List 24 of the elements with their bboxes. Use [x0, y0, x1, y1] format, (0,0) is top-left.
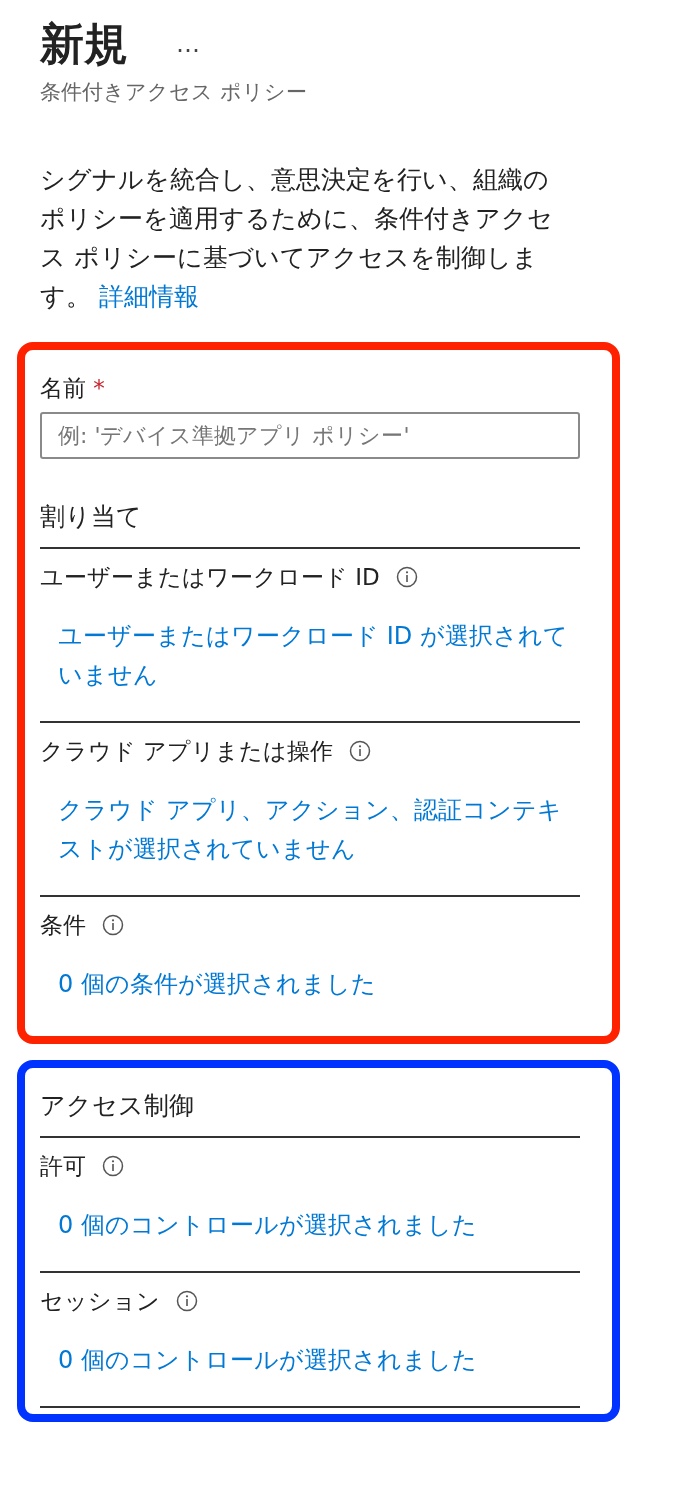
more-button[interactable]: …: [176, 30, 200, 58]
section-heading: 割り当て: [40, 489, 580, 549]
info-icon[interactable]: [102, 1155, 124, 1177]
info-icon[interactable]: [102, 914, 124, 936]
field-label: 名前 *: [40, 374, 105, 403]
setting-link[interactable]: 0 個のコントロールが選択されました: [40, 1186, 568, 1271]
setting-label: 条件: [40, 911, 86, 940]
info-icon[interactable]: [395, 566, 418, 588]
setting-link[interactable]: 0 個のコントロールが選択されました: [40, 1321, 568, 1406]
setting-label: ユーザーまたはワークロード ID: [40, 563, 380, 592]
info-icon[interactable]: [349, 740, 372, 762]
info-icon[interactable]: [176, 1290, 198, 1312]
page-subtitle: 条件付きアクセス ポリシー: [40, 79, 308, 106]
name-field[interactable]: 例: 'デバイス準拠アプリ ポリシー': [40, 412, 580, 459]
setting-label: クラウド アプリまたは操作: [40, 737, 334, 766]
setting-link[interactable]: 0 個の条件が選択されました: [40, 945, 568, 1030]
learn-more-link[interactable]: 詳細情報: [98, 282, 199, 311]
page-title: 新規: [40, 17, 128, 71]
setting-label: セッション: [40, 1287, 160, 1316]
setting-link[interactable]: ユーザーまたはワークロード ID が選択されていません: [40, 597, 568, 721]
setting-label: 許可: [40, 1152, 86, 1181]
setting-link[interactable]: クラウド アプリ、アクション、認証コンテキストが選択されていません: [40, 771, 568, 895]
section-heading: アクセス制御: [40, 1078, 580, 1138]
description-text: シグナルを統合し、意思決定を行い、組織のポリシーを適用するために、条件付きアクセス ポリシーに基づいてアクセスを制御します。 詳細情報: [40, 164, 554, 313]
